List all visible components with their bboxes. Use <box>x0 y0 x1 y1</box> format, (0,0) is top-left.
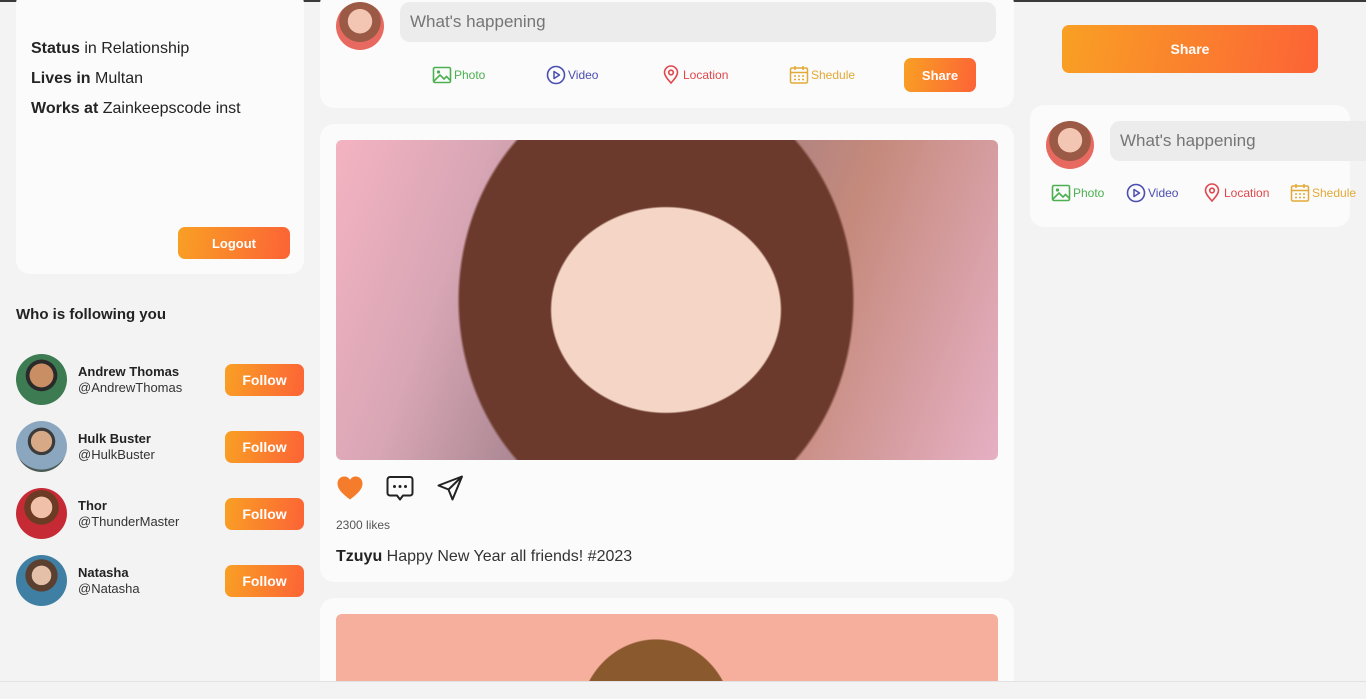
post-card: 2300 likes Tzuyu Happy New Year all frie… <box>320 124 1014 582</box>
avatar[interactable] <box>16 555 67 606</box>
follower-name: Hulk Buster <box>78 431 151 446</box>
schedule-label: Shedule <box>811 68 856 82</box>
lives-label: Lives in <box>31 70 91 87</box>
post-caption: Tzuyu Happy New Year all friends! #2023 <box>336 548 632 566</box>
photo-icon <box>1051 184 1071 202</box>
calendar-icon <box>789 66 809 84</box>
avatar[interactable] <box>16 421 67 472</box>
avatar[interactable] <box>1046 121 1094 169</box>
avatar[interactable] <box>16 354 67 405</box>
follower-item: Thor @ThunderMaster Follow <box>16 488 304 540</box>
lives-info: Lives in Multan <box>31 70 143 88</box>
likes-count: 2300 likes <box>336 518 391 532</box>
photo-label: Photo <box>1073 186 1105 200</box>
avatar[interactable] <box>16 488 67 539</box>
post-share-box: Photo Video Location Shedule <box>1030 105 1366 227</box>
whats-happening-input[interactable] <box>400 2 996 42</box>
follower-handle: @HulkBuster <box>78 447 155 462</box>
post-image <box>336 140 998 460</box>
comment-icon[interactable] <box>386 474 414 502</box>
video-label: Video <box>568 68 599 82</box>
follower-name: Natasha <box>78 565 129 580</box>
followers-title: Who is following you <box>16 306 166 323</box>
follower-item: Andrew Thomas @AndrewThomas Follow <box>16 354 304 406</box>
location-label: Location <box>1224 186 1270 200</box>
avatar[interactable] <box>336 2 384 50</box>
works-label: Works at <box>31 100 99 117</box>
location-option[interactable]: Location <box>661 65 728 85</box>
location-pin-icon <box>663 65 679 85</box>
whats-happening-input[interactable] <box>1110 121 1366 161</box>
play-circle-icon <box>1126 183 1146 203</box>
post-text: Happy New Year all friends! #2023 <box>382 548 633 565</box>
follower-handle: @ThunderMaster <box>78 514 180 529</box>
location-label: Location <box>683 68 729 82</box>
status-info: Status in Relationship <box>31 40 189 58</box>
share-button[interactable]: Share <box>904 58 976 92</box>
post-author: Tzuyu <box>336 548 383 565</box>
status-value: in Relationship <box>79 40 190 57</box>
follower-item: Hulk Buster @HulkBuster Follow <box>16 421 304 473</box>
video-label: Video <box>1148 186 1179 200</box>
location-option[interactable]: Location <box>1202 183 1269 203</box>
play-circle-icon <box>546 65 566 85</box>
video-option[interactable]: Video <box>1126 183 1178 203</box>
follower-name: Andrew Thomas <box>78 364 180 379</box>
photo-option[interactable]: Photo <box>432 65 485 85</box>
share-button[interactable]: Share <box>1062 25 1318 73</box>
follower-name: Thor <box>78 498 107 513</box>
calendar-icon <box>1290 184 1310 202</box>
follow-button[interactable]: Follow <box>225 364 304 396</box>
photo-icon <box>432 66 452 84</box>
follower-handle: @Natasha <box>78 581 140 596</box>
follower-item: Natasha @Natasha Follow <box>16 555 304 607</box>
follow-button[interactable]: Follow <box>225 431 304 463</box>
follow-button[interactable]: Follow <box>225 498 304 530</box>
heart-icon[interactable] <box>336 475 364 501</box>
video-option[interactable]: Video <box>546 65 598 85</box>
follow-button[interactable]: Follow <box>225 565 304 597</box>
location-pin-icon <box>1204 183 1220 203</box>
photo-label: Photo <box>454 68 486 82</box>
window-bottom-bar <box>0 681 1366 699</box>
post-share-box: Photo Video Location Shedule Share <box>320 0 1014 108</box>
schedule-label: Shedule <box>1312 186 1357 200</box>
schedule-option[interactable]: Shedule <box>789 65 855 85</box>
post-actions <box>336 474 464 502</box>
status-label: Status <box>31 40 80 57</box>
follower-handle: @AndrewThomas <box>78 380 183 395</box>
send-icon[interactable] <box>436 474 464 502</box>
works-info: Works at Zainkeepscode inst <box>31 100 241 118</box>
profile-info-card: Status in Relationship Lives in Multan W… <box>16 0 304 274</box>
schedule-option[interactable]: Shedule <box>1290 183 1356 203</box>
works-value: Zainkeepscode inst <box>98 100 241 117</box>
logout-button[interactable]: Logout <box>178 227 290 259</box>
photo-option[interactable]: Photo <box>1051 183 1104 203</box>
lives-value: Multan <box>90 70 144 87</box>
